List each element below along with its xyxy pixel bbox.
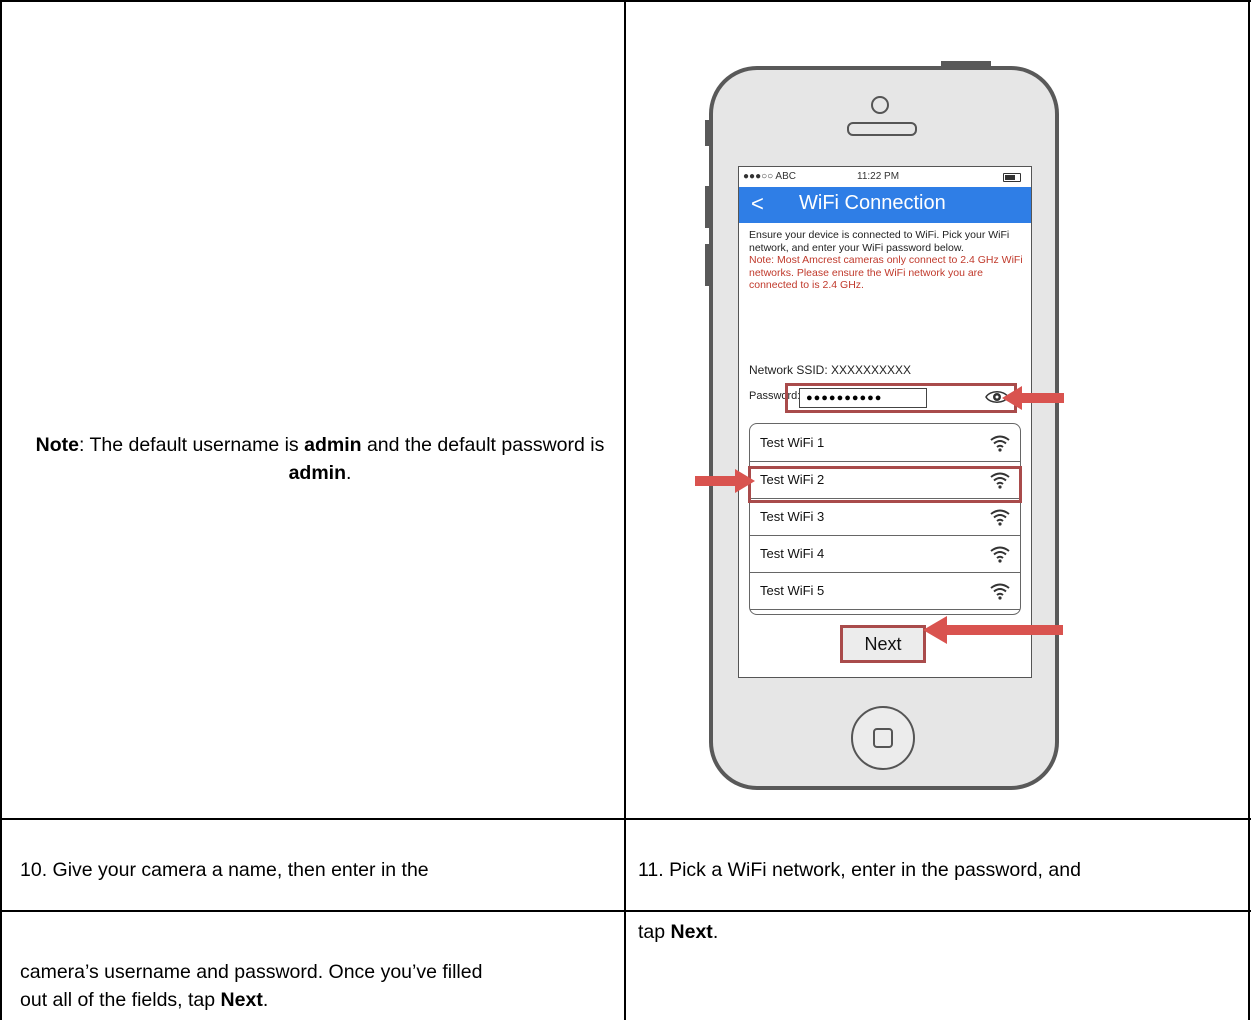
wifi-network-name: Test WiFi 4 <box>760 546 825 561</box>
wifi-network-list: Test WiFi 1 Test WiFi 2 Test WiFi 3 Test… <box>748 423 1022 615</box>
step11-line1: 11. Pick a WiFi network, enter in the pa… <box>638 856 1238 884</box>
step10-line1-text: 10. Give your camera a name, then enter … <box>20 859 429 881</box>
home-button[interactable] <box>851 706 915 770</box>
step10-line2: camera’s username and password. Once you… <box>20 958 620 1014</box>
note-text: Note: The default username is admin and … <box>20 431 620 487</box>
arrow-right-icon <box>695 469 755 493</box>
step11-line2: tap Next. <box>638 918 1238 946</box>
step10-line1: 10. Give your camera a name, then enter … <box>20 856 620 884</box>
password-highlight-box <box>785 383 1017 413</box>
table-border-left <box>0 0 2 1020</box>
next-button[interactable]: Next <box>840 625 926 663</box>
step11-line2a-text: tap <box>638 921 671 943</box>
instructions-text: Ensure your device is connected to WiFi.… <box>749 229 1010 254</box>
wifi-network-name: Test WiFi 5 <box>760 583 825 598</box>
front-camera-icon <box>871 96 889 114</box>
table-divider-row2 <box>0 910 1251 912</box>
wifi-selection-highlight <box>748 466 1022 503</box>
step10-line2a-text: camera’s username and password. Once you… <box>20 961 483 983</box>
note-text-1: : The default username is <box>78 434 305 456</box>
wifi-signal-icon <box>990 546 1010 563</box>
step10-end: . <box>262 989 269 1011</box>
table-divider-row1 <box>0 818 1251 820</box>
wifi-signal-icon <box>990 435 1010 452</box>
step11-end: . <box>712 921 719 943</box>
network-ssid: Network SSID: XXXXXXXXXX <box>749 363 912 377</box>
status-time: 11:22 PM <box>857 171 900 182</box>
status-bar: ●●●○○ ABC 11:22 PM <box>739 167 1031 187</box>
wifi-network-name: Test WiFi 1 <box>760 435 825 450</box>
default-password: admin <box>288 462 346 484</box>
phone-screen: ●●●○○ ABC 11:22 PM < WiFi Connection Ens… <box>738 166 1032 678</box>
step11-next-label: Next <box>670 921 713 943</box>
instructions: Ensure your device is connected to WiFi.… <box>749 229 1025 292</box>
app-header: < WiFi Connection <box>739 187 1031 223</box>
note-text-3: . <box>346 462 352 484</box>
home-button-square-icon <box>873 728 893 748</box>
password-row: Password: ●●●●●●●●●● <box>749 383 1017 413</box>
step10-line2b: out all of the fields, tap Next. <box>20 986 620 1014</box>
table-divider-vertical <box>624 0 626 1020</box>
step10-next-label: Next <box>220 989 263 1011</box>
earpiece-speaker <box>847 122 917 136</box>
note-text-2: and the default password is <box>361 434 605 456</box>
wifi-network-item[interactable]: Test WiFi 5 <box>750 572 1020 610</box>
battery-icon <box>1003 173 1021 182</box>
step11-line1-text: 11. Pick a WiFi network, enter in the pa… <box>638 859 1081 881</box>
carrier-label: ●●●○○ ABC <box>743 171 796 182</box>
back-icon[interactable]: < <box>751 191 764 217</box>
frequency-warning: Note: Most Amcrest cameras only connect … <box>749 254 1023 291</box>
wifi-network-item[interactable]: Test WiFi 1 <box>750 424 1020 462</box>
wifi-network-name: Test WiFi 3 <box>760 509 825 524</box>
app-header-title: WiFi Connection <box>799 192 946 214</box>
wifi-network-item[interactable]: Test WiFi 3 <box>750 498 1020 536</box>
arrow-left-icon <box>923 616 1063 644</box>
step10-line2b-text: out all of the fields, tap <box>20 989 221 1011</box>
wifi-signal-icon <box>990 509 1010 526</box>
default-username: admin <box>304 434 362 456</box>
arrow-left-icon <box>1002 386 1064 410</box>
phone-illustration: ●●●○○ ABC 11:22 PM < WiFi Connection Ens… <box>705 61 1059 790</box>
wifi-signal-icon <box>990 583 1010 600</box>
wifi-network-item[interactable]: Test WiFi 4 <box>750 535 1020 573</box>
table-border-right <box>1248 0 1250 1020</box>
note-label: Note <box>35 434 79 456</box>
